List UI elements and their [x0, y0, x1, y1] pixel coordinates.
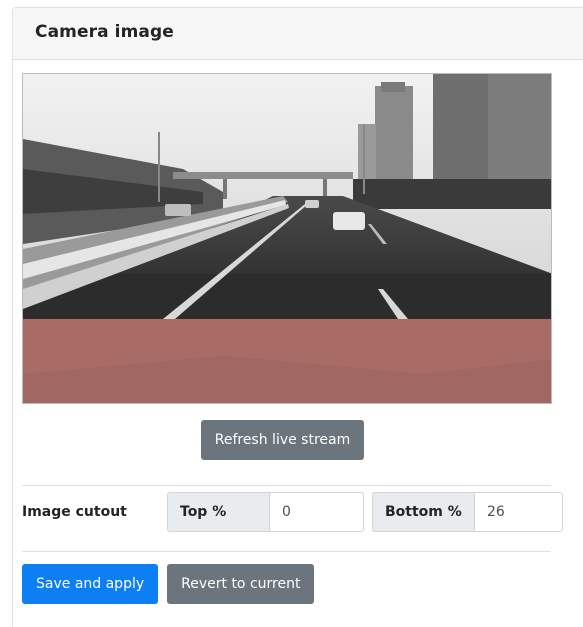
image-cutout-label: Image cutout	[22, 504, 127, 520]
save-and-apply-button[interactable]: Save and apply	[22, 564, 159, 604]
camera-image	[22, 73, 552, 404]
divider	[22, 551, 551, 552]
card-title: Camera image	[35, 22, 174, 42]
revert-to-current-button[interactable]: Revert to current	[167, 564, 315, 604]
divider	[22, 485, 551, 486]
top-percent-label: Top %	[167, 492, 269, 532]
bottom-percent-input[interactable]: 26	[474, 492, 563, 532]
refresh-wrap: Refresh live stream	[0, 420, 565, 460]
bottom-percent-group: Bottom % 26	[372, 492, 563, 532]
top-percent-group: Top % 0	[167, 492, 364, 532]
card-header: Camera image	[13, 8, 583, 60]
action-buttons: Save and apply Revert to current	[22, 564, 315, 604]
bottom-percent-label: Bottom %	[372, 492, 474, 532]
top-percent-input[interactable]: 0	[269, 492, 364, 532]
refresh-live-stream-button[interactable]: Refresh live stream	[200, 420, 365, 460]
